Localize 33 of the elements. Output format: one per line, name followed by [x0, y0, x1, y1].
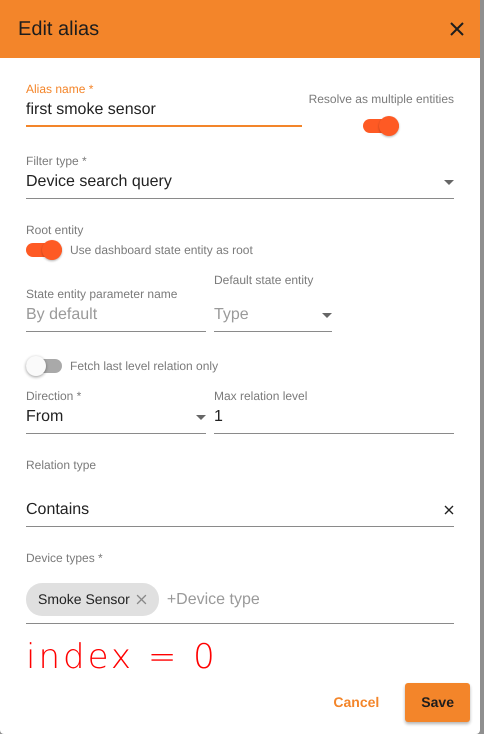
field-label: State entity parameter name — [26, 287, 178, 301]
clear-icon[interactable] — [444, 505, 454, 515]
alias-name-field[interactable]: first smoke sensor — [26, 98, 302, 127]
field-label: Root entity — [26, 223, 84, 237]
toggle-label: Fetch last level relation only — [70, 358, 218, 375]
dropdown-caret-icon — [196, 414, 206, 420]
remove-icon[interactable] — [136, 594, 147, 605]
toggle-switch[interactable] — [26, 359, 62, 373]
max-relation-level-field[interactable]: 1 — [214, 405, 454, 429]
field-label: Filter type * — [26, 154, 88, 168]
default-state-entity-select[interactable]: Type — [214, 303, 322, 327]
direction-select[interactable]: From — [26, 405, 196, 429]
save-button[interactable]: Save — [405, 683, 470, 722]
field-label: Default state entity — [214, 273, 314, 287]
field-label: Max relation level — [214, 389, 308, 403]
toggle-switch[interactable] — [26, 243, 62, 257]
state-parameter-field[interactable]: By default — [26, 303, 206, 327]
toggle-label: Resolve as multiple entities — [308, 91, 454, 108]
device-types-field[interactable]: Smoke Sensor +Device type — [26, 581, 454, 624]
filter-type-select[interactable]: Device search query — [26, 170, 444, 194]
field-label: Device types * — [26, 551, 104, 565]
relation-type-field[interactable]: Contains — [26, 498, 444, 522]
device-type-chip[interactable]: Smoke Sensor — [26, 583, 159, 616]
field-label: Alias name * — [26, 82, 94, 96]
dropdown-caret-icon — [322, 312, 332, 318]
dialog-title: Edit alias — [18, 17, 100, 42]
field-label: Relation type — [26, 458, 98, 472]
dropdown-caret-icon — [444, 180, 454, 184]
field-label: Direction * — [26, 389, 82, 403]
toggle-label: Use dashboard state entity as root — [70, 242, 253, 259]
close-icon[interactable] — [450, 22, 464, 36]
toggle-switch[interactable] — [363, 119, 400, 133]
handwritten-note: index = 0 — [26, 636, 219, 679]
